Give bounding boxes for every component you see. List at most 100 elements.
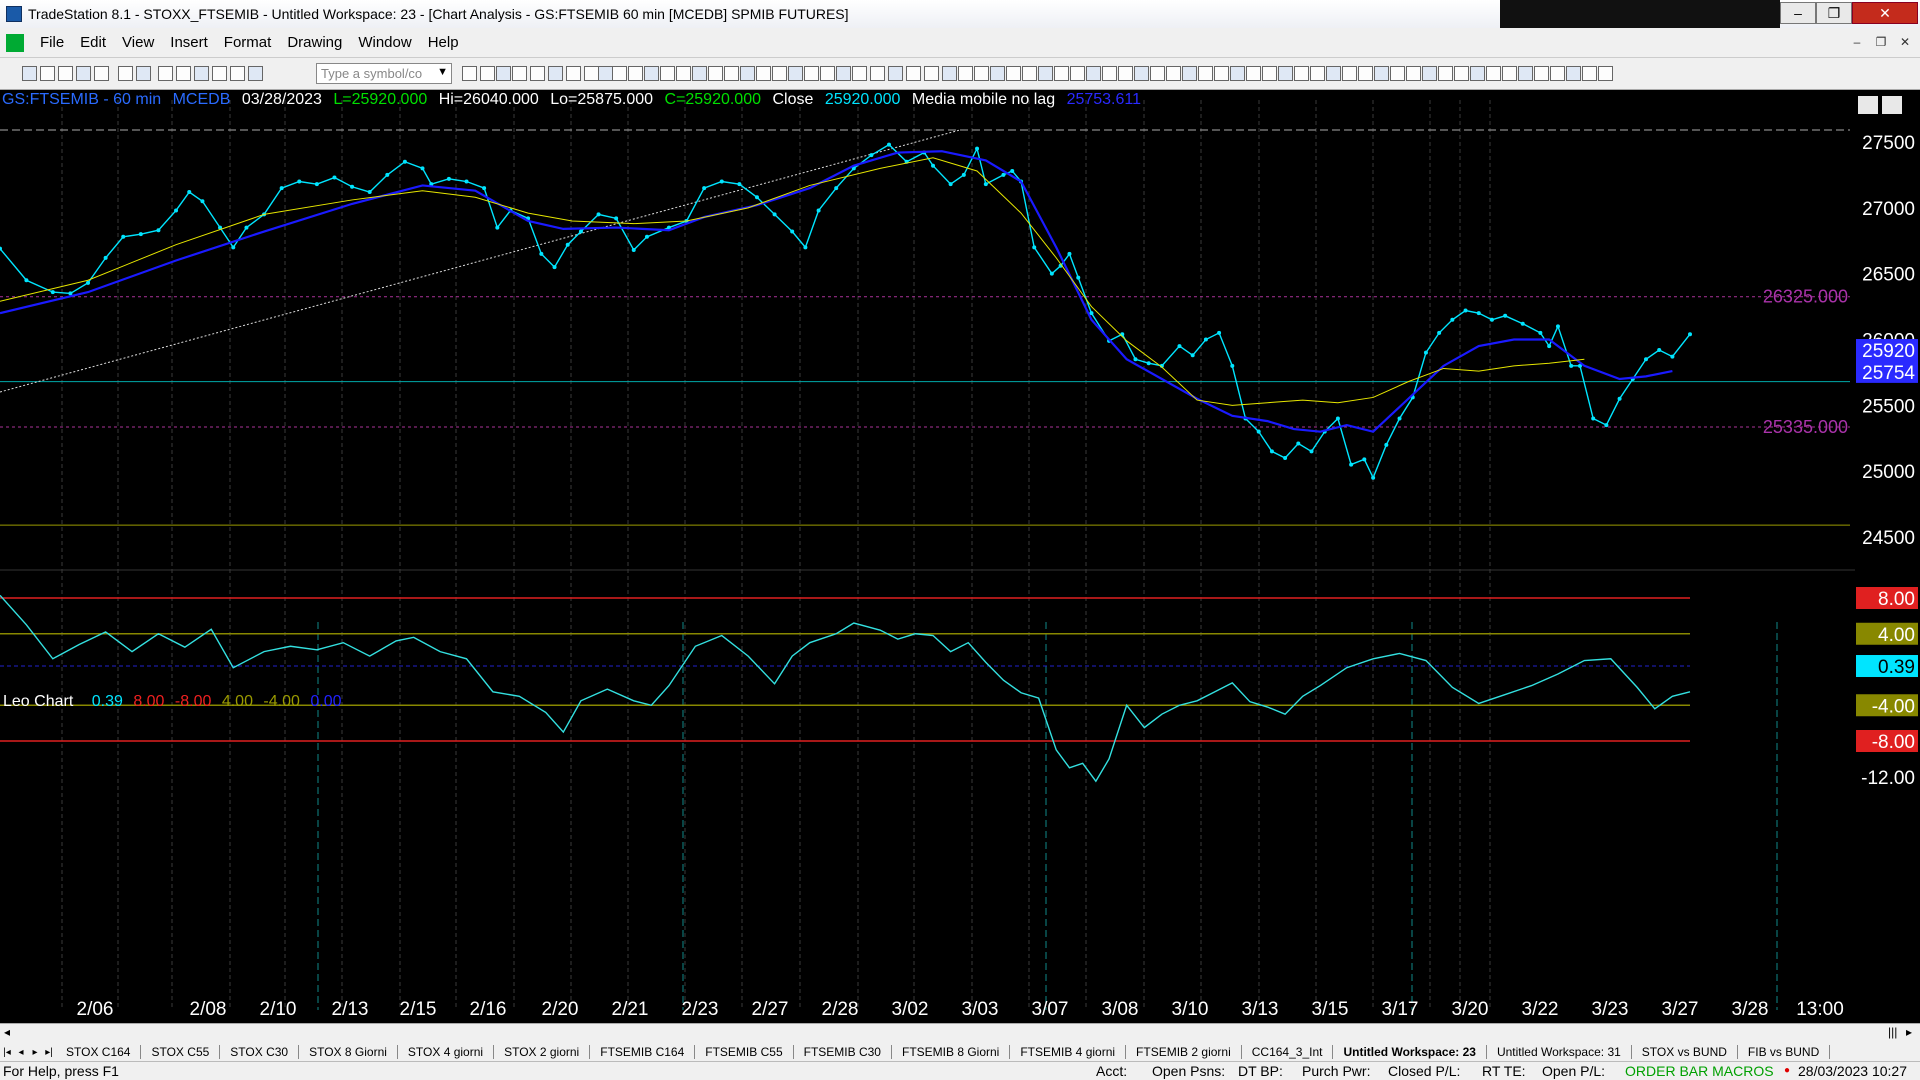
- toolbar-tool-icon[interactable]: [772, 66, 787, 81]
- toolbar-tool-icon[interactable]: [512, 66, 527, 81]
- toolbar-tool-icon[interactable]: [1518, 66, 1533, 81]
- toolbar-tool-icon[interactable]: [94, 66, 109, 81]
- toolbar-tool-icon[interactable]: [804, 66, 819, 81]
- toolbar-tool-icon[interactable]: [1278, 66, 1293, 81]
- chart-corner-button[interactable]: [1882, 96, 1902, 114]
- toolbar-tool-icon[interactable]: [1118, 66, 1133, 81]
- toolbar-tool-icon[interactable]: [660, 66, 675, 81]
- toolbar-tool-icon[interactable]: [1310, 66, 1325, 81]
- horizontal-scrollbar[interactable]: ◂ ||| ▸: [0, 1023, 1920, 1043]
- toolbar-tool-icon[interactable]: [1070, 66, 1085, 81]
- menu-file[interactable]: File: [32, 34, 72, 51]
- tab-ftsemib-8-giorni[interactable]: FTSEMIB 8 Giorni: [892, 1045, 1011, 1059]
- chart-icon[interactable]: [6, 33, 24, 52]
- toolbar-tool-icon[interactable]: [644, 66, 659, 81]
- mdi-restore-button[interactable]: ❐: [1870, 32, 1892, 52]
- tab-stox-c164[interactable]: STOX C164: [56, 1045, 142, 1059]
- menu-edit[interactable]: Edit: [72, 34, 114, 51]
- tab-stox-vs-bund[interactable]: STOX vs BUND: [1632, 1045, 1738, 1059]
- menu-view[interactable]: View: [114, 34, 162, 51]
- toolbar-tool-icon[interactable]: [194, 66, 209, 81]
- tab-stox-c30[interactable]: STOX C30: [220, 1045, 300, 1059]
- tab-next-icon[interactable]: ▸: [28, 1047, 42, 1058]
- toolbar-tool-icon[interactable]: [212, 66, 227, 81]
- toolbar-tool-icon[interactable]: [462, 66, 477, 81]
- toolbar-tool-icon[interactable]: [1326, 66, 1341, 81]
- tab-first-icon[interactable]: |◂: [0, 1047, 14, 1058]
- toolbar-tool-icon[interactable]: [788, 66, 803, 81]
- toolbar-tool-icon[interactable]: [1166, 66, 1181, 81]
- toolbar-tool-icon[interactable]: [480, 66, 495, 81]
- toolbar-tool-icon[interactable]: [1086, 66, 1101, 81]
- scroll-thumb[interactable]: |||: [1888, 1025, 1897, 1039]
- toolbar-tool-icon[interactable]: [692, 66, 707, 81]
- tab-stox-2-giorni[interactable]: STOX 2 giorni: [494, 1045, 591, 1059]
- toolbar-tool-icon[interactable]: [1358, 66, 1373, 81]
- toolbar-tool-icon[interactable]: [676, 66, 691, 81]
- toolbar-tool-icon[interactable]: [1438, 66, 1453, 81]
- chart-corner-button[interactable]: [1858, 96, 1878, 114]
- maximize-button[interactable]: ❐: [1816, 2, 1852, 24]
- toolbar-tool-icon[interactable]: [1182, 66, 1197, 81]
- toolbar-tool-icon[interactable]: [1102, 66, 1117, 81]
- tab-last-icon[interactable]: ▸|: [42, 1047, 56, 1058]
- toolbar-tool-icon[interactable]: [496, 66, 511, 81]
- toolbar-tool-icon[interactable]: [1246, 66, 1261, 81]
- toolbar-tool-icon[interactable]: [1022, 66, 1037, 81]
- toolbar-tool-icon[interactable]: [22, 66, 37, 81]
- toolbar-tool-icon[interactable]: [974, 66, 989, 81]
- toolbar-tool-icon[interactable]: [1262, 66, 1277, 81]
- mdi-close-button[interactable]: ✕: [1894, 32, 1916, 52]
- toolbar-tool-icon[interactable]: [58, 66, 73, 81]
- toolbar-tool-icon[interactable]: [1006, 66, 1021, 81]
- toolbar-tool-icon[interactable]: [1134, 66, 1149, 81]
- toolbar-tool-icon[interactable]: [548, 66, 563, 81]
- toolbar-tool-icon[interactable]: [1374, 66, 1389, 81]
- toolbar-tool-icon[interactable]: [1598, 66, 1613, 81]
- toolbar-tool-icon[interactable]: [1582, 66, 1597, 81]
- tab-stox-c55[interactable]: STOX C55: [141, 1045, 221, 1059]
- symbol-input[interactable]: Type a symbol/co ▼: [316, 63, 452, 84]
- toolbar-tool-icon[interactable]: [176, 66, 191, 81]
- tab-ftsemib-c30[interactable]: FTSEMIB C30: [794, 1045, 892, 1059]
- tab-workspace-31[interactable]: Untitled Workspace: 31: [1487, 1045, 1632, 1059]
- tab-stox-4-giorni[interactable]: STOX 4 giorni: [398, 1045, 495, 1059]
- toolbar-tool-icon[interactable]: [230, 66, 245, 81]
- toolbar-tool-icon[interactable]: [1390, 66, 1405, 81]
- toolbar-tool-icon[interactable]: [1550, 66, 1565, 81]
- menu-insert[interactable]: Insert: [162, 34, 216, 51]
- toolbar-tool-icon[interactable]: [1294, 66, 1309, 81]
- menu-drawing[interactable]: Drawing: [279, 34, 350, 51]
- toolbar-tool-icon[interactable]: [1054, 66, 1069, 81]
- toolbar-tool-icon[interactable]: [584, 66, 599, 81]
- toolbar-tool-icon[interactable]: [888, 66, 903, 81]
- toolbar-tool-icon[interactable]: [958, 66, 973, 81]
- toolbar-tool-icon[interactable]: [1406, 66, 1421, 81]
- tab-prev-icon[interactable]: ◂: [14, 1047, 28, 1058]
- chart-canvas[interactable]: 2750027000265002600025500250002450026325…: [0, 90, 1920, 1025]
- toolbar-tool-icon[interactable]: [118, 66, 133, 81]
- toolbar-tool-icon[interactable]: [820, 66, 835, 81]
- toolbar-tool-icon[interactable]: [724, 66, 739, 81]
- tab-ftsemib-2-giorni[interactable]: FTSEMIB 2 giorni: [1126, 1045, 1242, 1059]
- tab-fib-vs-bund[interactable]: FIB vs BUND: [1738, 1045, 1831, 1059]
- toolbar-tool-icon[interactable]: [1486, 66, 1501, 81]
- toolbar-tool-icon[interactable]: [708, 66, 723, 81]
- toolbar-tool-icon[interactable]: [566, 66, 581, 81]
- toolbar-tool-icon[interactable]: [756, 66, 771, 81]
- toolbar-tool-icon[interactable]: [628, 66, 643, 81]
- mdi-minimize-button[interactable]: –: [1846, 32, 1868, 52]
- toolbar-tool-icon[interactable]: [942, 66, 957, 81]
- chart-window[interactable]: 2750027000265002600025500250002450026325…: [0, 90, 1920, 1025]
- toolbar-tool-icon[interactable]: [740, 66, 755, 81]
- tab-workspace-23[interactable]: Untitled Workspace: 23: [1333, 1045, 1487, 1059]
- tab-ftsemib-c55[interactable]: FTSEMIB C55: [695, 1045, 794, 1059]
- toolbar-tool-icon[interactable]: [1502, 66, 1517, 81]
- toolbar-tool-icon[interactable]: [1454, 66, 1469, 81]
- chevron-down-icon[interactable]: ▼: [437, 66, 448, 78]
- toolbar-tool-icon[interactable]: [1566, 66, 1581, 81]
- toolbar-tool-icon[interactable]: [1198, 66, 1213, 81]
- tab-ftsemib-c164[interactable]: FTSEMIB C164: [590, 1045, 696, 1059]
- toolbar-tool-icon[interactable]: [136, 66, 151, 81]
- toolbar-tool-icon[interactable]: [1470, 66, 1485, 81]
